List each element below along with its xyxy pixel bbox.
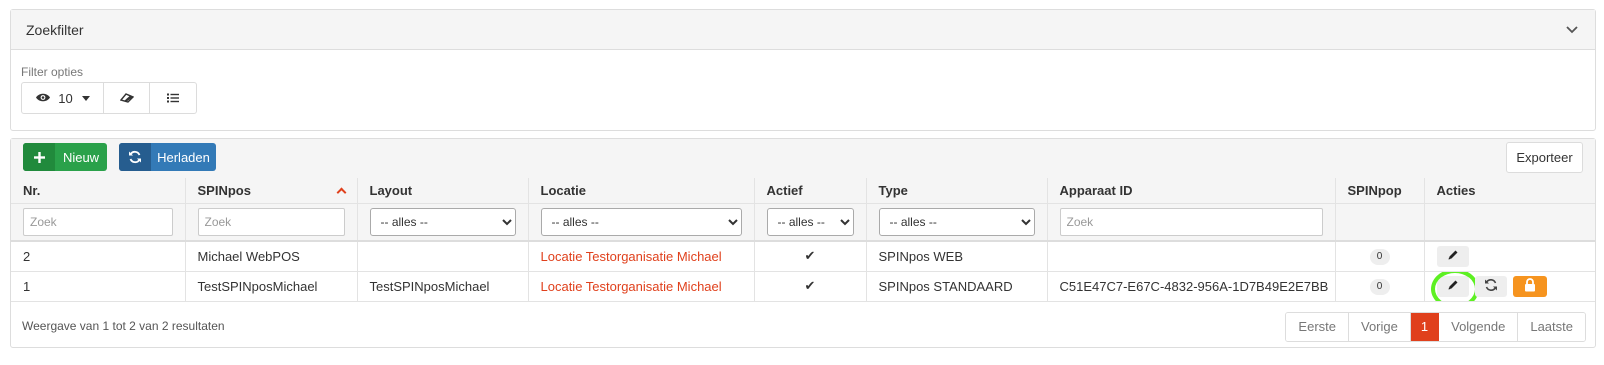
sync-button[interactable] (1474, 275, 1507, 297)
locatie-filter-select[interactable]: -- alles -- (540, 207, 742, 236)
search-filter-title: Zoekfilter (26, 21, 84, 38)
filter-options-label: Filter opties (21, 65, 84, 79)
cell-layout: TestSPINposMichael (357, 271, 529, 301)
column-header-nr[interactable]: Nr. (11, 178, 186, 204)
cell-locatie-link[interactable]: Locatie Testorganisatie Michael (528, 271, 755, 301)
cell-apparaat-id: C51E47C7-E67C-4832-956A-1D7B49E2E7BB (1047, 271, 1336, 301)
cell-nr: 1 (11, 271, 186, 301)
clear-filters-button[interactable] (104, 83, 150, 113)
filter-options-group: 10 (21, 82, 197, 114)
column-header-apparaat-id[interactable]: Apparaat ID (1047, 178, 1336, 204)
cell-acties (1424, 241, 1595, 271)
export-button[interactable]: Exporteer (1506, 142, 1583, 173)
column-header-layout[interactable]: Layout (357, 178, 529, 204)
column-header-locatie[interactable]: Locatie (528, 178, 755, 204)
new-button[interactable]: Nieuw (23, 143, 107, 171)
table-filter-row: -- alles -- -- alles -- -- alles -- -- a… (11, 203, 1595, 242)
reload-button-label: Herladen (157, 149, 210, 165)
column-header-spinpop[interactable]: SPINpop (1335, 178, 1425, 204)
lock-button[interactable] (1512, 275, 1547, 297)
page-size-value: 10 (58, 90, 73, 106)
table-toolbar: Nieuw Herladen Exporteer (11, 139, 1595, 178)
apparaat-id-search-input[interactable] (1059, 207, 1323, 236)
eye-icon (35, 91, 51, 106)
cell-spinpos: Michael WebPOS (185, 241, 358, 271)
cell-layout (357, 241, 529, 271)
nr-search-input[interactable] (23, 207, 173, 236)
spinpos-search-input[interactable] (197, 207, 345, 236)
spinpop-filter-empty (1335, 203, 1425, 242)
table-footer: Weergave van 1 tot 2 van 2 resultaten Ee… (11, 302, 1595, 348)
columns-button[interactable] (150, 83, 196, 113)
type-filter-select[interactable]: -- alles -- (878, 207, 1035, 236)
lock-icon (1524, 277, 1536, 295)
chevron-down-icon[interactable] (1565, 23, 1579, 37)
table-header-row: Nr. SPINpos Layout Locatie Actief Type A… (11, 178, 1595, 204)
cell-type: SPINpos STANDAARD (866, 271, 1048, 301)
pencil-icon (1447, 279, 1459, 294)
column-header-type[interactable]: Type (866, 178, 1048, 204)
search-filter-header[interactable]: Zoekfilter (11, 10, 1595, 50)
sort-up-icon (336, 187, 346, 198)
search-filter-panel: Zoekfilter Filter opties 10 (10, 9, 1596, 131)
pagination-last[interactable]: Laatste (1518, 312, 1585, 341)
cell-nr: 2 (11, 241, 186, 271)
results-summary: Weergave van 1 tot 2 van 2 resultaten (22, 318, 225, 333)
column-header-acties: Acties (1424, 178, 1595, 204)
column-header-spinpos[interactable]: SPINpos (185, 178, 358, 204)
cell-spinpop: 0 (1335, 271, 1425, 301)
pagination-prev[interactable]: Vorige (1349, 312, 1411, 341)
list-icon (167, 91, 179, 106)
acties-filter-empty (1424, 203, 1595, 242)
pagination-current-page[interactable]: 1 (1410, 312, 1440, 341)
pagination-next[interactable]: Volgende (1439, 312, 1519, 341)
edit-button[interactable] (1430, 271, 1479, 301)
cell-actief-check: ✔ (754, 271, 867, 301)
pagination-first[interactable]: Eerste (1286, 312, 1349, 341)
cell-apparaat-id (1047, 241, 1336, 271)
filter-body: Filter opties 10 (11, 50, 1595, 114)
pagination: Eerste Vorige 1 Volgende Laatste (1285, 311, 1586, 342)
page-size-dropdown[interactable]: 10 (22, 83, 104, 113)
spinpop-badge: 0 (1369, 279, 1390, 295)
table-row[interactable]: 2 Michael WebPOS Locatie Testorganisatie… (11, 241, 1595, 271)
column-header-actief[interactable]: Actief (754, 178, 867, 204)
sync-icon (1484, 278, 1498, 295)
cell-actief-check: ✔ (754, 241, 867, 271)
eraser-icon (119, 91, 134, 106)
spinpos-table: Nr. SPINpos Layout Locatie Actief Type A… (11, 178, 1595, 302)
edit-button[interactable] (1436, 245, 1469, 267)
cell-spinpop: 0 (1335, 241, 1425, 271)
column-header-spinpos-label: SPINpos (197, 182, 251, 198)
layout-filter-select[interactable]: -- alles -- (369, 207, 516, 236)
new-button-label: Nieuw (62, 149, 100, 165)
cell-acties (1424, 271, 1595, 301)
pencil-icon (1447, 249, 1459, 264)
reload-button[interactable]: Herladen (119, 143, 216, 171)
spinpop-badge: 0 (1369, 249, 1390, 266)
table-row[interactable]: 1 TestSPINposMichael TestSPINposMichael … (11, 271, 1595, 301)
refresh-icon (119, 143, 151, 171)
spinpos-table-panel: Nieuw Herladen Exporteer Nr. SPINpos Lay… (10, 138, 1596, 348)
plus-icon (23, 143, 55, 171)
actief-filter-select[interactable]: -- alles -- (766, 207, 854, 236)
cell-type: SPINpos WEB (866, 241, 1048, 271)
caret-down-icon (81, 95, 90, 101)
cell-locatie-link[interactable]: Locatie Testorganisatie Michael (528, 241, 755, 271)
cell-spinpos: TestSPINposMichael (185, 271, 358, 301)
